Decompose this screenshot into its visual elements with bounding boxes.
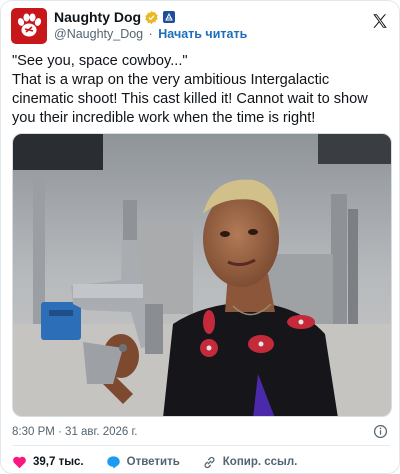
paw-logo-icon: [17, 13, 42, 37]
copy-link-button[interactable]: Копир. ссыл.: [202, 455, 298, 470]
author-handle[interactable]: @Naughty_Dog: [54, 27, 143, 41]
like-button[interactable]: 39,7 тыс.: [12, 455, 84, 469]
reply-label: Ответить: [126, 456, 180, 468]
link-icon: [204, 456, 215, 468]
author-name[interactable]: Naughty Dog: [54, 9, 141, 25]
info-icon[interactable]: [373, 424, 388, 439]
tweet-photo[interactable]: [12, 133, 392, 417]
reply-button[interactable]: Ответить: [106, 455, 180, 469]
photo-illustration: [13, 134, 391, 416]
tweet-text-line: "See you, space cowboy...": [12, 53, 188, 69]
tweet-actions: 39,7 тыс. Ответить Копир. ссыл.: [12, 453, 319, 471]
author-name-row: Naughty Dog: [54, 8, 176, 26]
author-handle-row: @Naughty_Dog · Начать читать: [54, 27, 247, 43]
divider: [12, 445, 390, 446]
verified-badge-icon: [145, 10, 158, 24]
avatar[interactable]: [11, 8, 47, 44]
tweet-timestamp[interactable]: 8:30 PM · 31 авг. 2026 г.: [12, 426, 137, 438]
affiliate-badge-icon: [163, 11, 176, 23]
tweet-card: Naughty Dog @Naughty_Dog · Начать читать…: [0, 0, 400, 474]
tweet-text-line: That is a wrap on the very ambitious Int…: [12, 72, 330, 88]
reply-bubble-icon: [106, 456, 120, 469]
tweet-text-line: cinematic shoot! This cast killed it! Ca…: [12, 91, 368, 107]
tweet-header: Naughty Dog @Naughty_Dog · Начать читать: [11, 6, 391, 44]
copy-link-label: Копир. ссыл.: [222, 456, 298, 468]
x-logo-icon[interactable]: [371, 12, 389, 30]
tweet-text: "See you, space cowboy..." That is a wra…: [12, 52, 394, 128]
like-count: 39,7 тыс.: [33, 456, 84, 468]
tweet-text-line: you their incredible work when the time …: [12, 110, 316, 126]
heart-icon: [13, 456, 26, 469]
separator-dot: ·: [148, 27, 153, 41]
follow-button[interactable]: Начать читать: [158, 27, 247, 41]
